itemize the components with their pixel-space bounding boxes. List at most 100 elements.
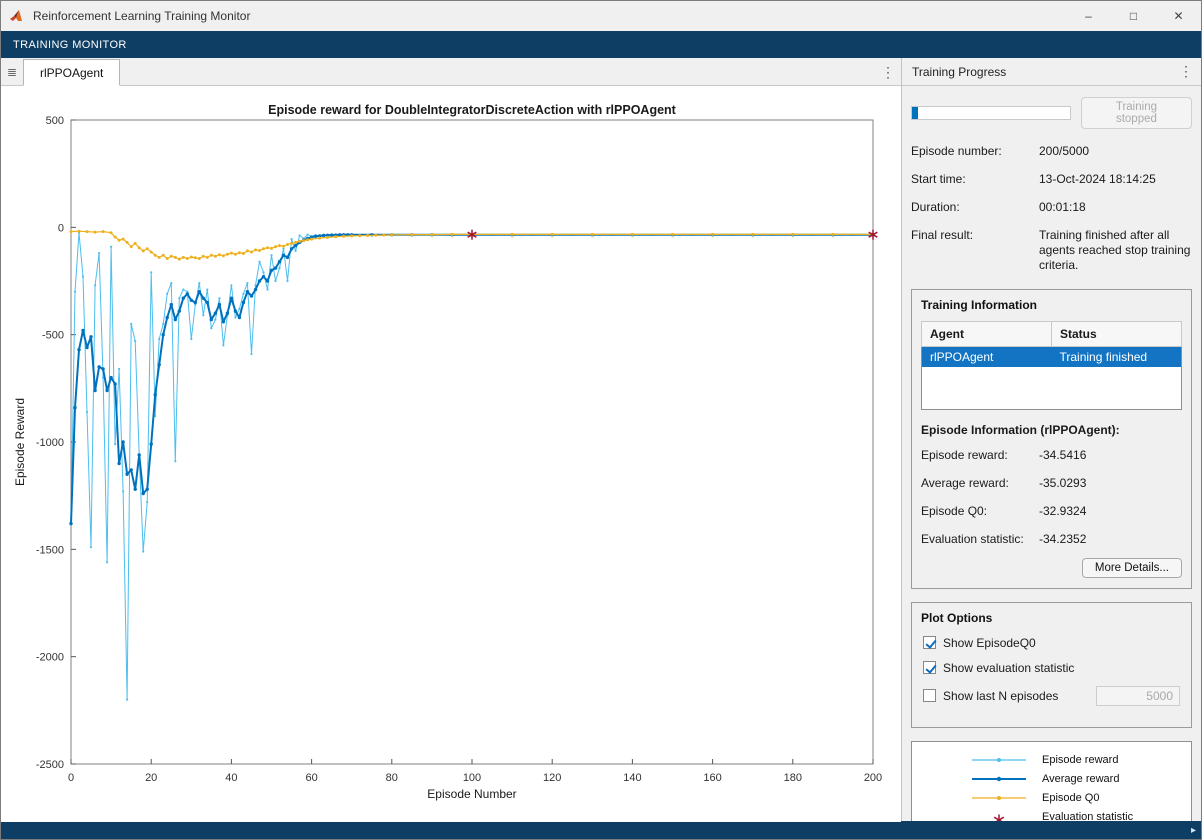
window-controls: – □ ✕ [1066,1,1201,31]
episode-q0-value: -32.9324 [1039,504,1182,518]
show-episodeq0-checkbox[interactable] [923,636,936,649]
checkbox-row-show-episodeq0[interactable]: Show EpisodeQ0 [923,636,1180,650]
svg-text:-2500: -2500 [36,759,64,771]
final-result-value: Training finished after all agents reach… [1039,228,1192,273]
panel-title: Training Progress [912,65,1006,79]
legend-item-episode-q0: Episode Q0 [912,789,1191,808]
duration-value: 00:01:18 [1039,200,1192,215]
tab-training-monitor[interactable]: TRAINING MONITOR [13,39,127,51]
agent-cell: rlPPOAgent [922,347,1052,368]
training-information-title: Training Information [921,298,1182,312]
agent-status-table: Agent Status rlPPOAgent Training finishe… [921,321,1182,410]
progress-fill [912,107,918,119]
toolstrip: TRAINING MONITOR [1,31,1201,58]
app-window: Reinforcement Learning Training Monitor … [0,0,1202,840]
maximize-button[interactable]: □ [1111,1,1156,31]
episode-information-title: Episode Information (rlPPOAgent): [921,423,1182,437]
episode-number-value: 200/5000 [1039,144,1192,159]
training-progress-bar [911,106,1071,120]
panel-header: Training Progress ⋮ [902,58,1201,86]
duration-label: Duration: [911,200,1039,215]
minimize-button[interactable]: – [1066,1,1111,31]
svg-text:140: 140 [623,772,641,784]
plot-options-title: Plot Options [921,611,1182,625]
episode-q0-line-icon [964,791,1034,805]
table-header-row: Agent Status [922,322,1182,347]
svg-text:Episode reward for DoubleInteg: Episode reward for DoubleIntegratorDiscr… [268,103,677,117]
legend-label-average-reward: Average reward [1042,773,1119,785]
legend-label-evaluation-statistic: Evaluation statistic (MeanEpisodeReward) [1042,811,1155,822]
chart-area: Episode reward for DoubleIntegratorDiscr… [1,86,901,822]
svg-text:20: 20 [145,772,157,784]
svg-text:200: 200 [864,772,882,784]
show-evaluation-statistic-checkbox[interactable] [923,661,936,674]
svg-text:100: 100 [463,772,481,784]
episode-reward-value: -34.5416 [1039,448,1182,462]
svg-text:160: 160 [703,772,721,784]
legend-item-evaluation-statistic: Evaluation statistic (MeanEpisodeReward) [912,811,1191,822]
more-details-button[interactable]: More Details... [1082,558,1182,578]
legend-label-episode-reward: Episode reward [1042,754,1118,766]
training-progress-panel: Training Progress ⋮ Training stopped Epi… [901,58,1201,821]
episode-information-fields: Episode reward: -34.5416 Average reward:… [921,448,1182,546]
svg-text:-2000: -2000 [36,652,64,664]
status-bar-expand-icon[interactable]: ▸ [1191,825,1196,836]
svg-text:60: 60 [305,772,317,784]
status-cell: Training finished [1052,347,1182,368]
more-details-row: More Details... [921,558,1182,578]
window-title: Reinforcement Learning Training Monitor [33,9,1066,23]
show-last-n-episodes-checkbox[interactable] [923,689,936,702]
main-area: ≣ rlPPOAgent ⋮ Episode reward for Double… [1,58,1201,821]
svg-text:180: 180 [784,772,802,784]
episode-number-label: Episode number: [911,144,1039,159]
progress-row: Training stopped [911,97,1192,129]
evaluation-statistic-value: -34.2352 [1039,532,1182,546]
status-bar: ▸ [1,821,1201,839]
start-time-value: 13-Oct-2024 18:14:25 [1039,172,1192,187]
legend-item-average-reward: Average reward [912,770,1191,789]
show-episodeq0-label: Show EpisodeQ0 [943,636,1036,650]
column-header-status[interactable]: Status [1052,322,1182,347]
checkbox-row-show-last-n-episodes[interactable]: Show last N episodes [923,686,1180,706]
episode-reward-line-icon [964,753,1034,767]
tab-rlppoagent[interactable]: rlPPOAgent [23,59,120,86]
svg-text:500: 500 [46,115,64,127]
legend-item-episode-reward: Episode reward [912,751,1191,770]
svg-text:40: 40 [225,772,237,784]
document-tab-bar: ≣ rlPPOAgent ⋮ [1,58,901,86]
document-pane: ≣ rlPPOAgent ⋮ Episode reward for Double… [1,58,901,821]
table-empty-row [922,367,1182,409]
episode-reward-label: Episode reward: [921,448,1039,462]
svg-text:-1500: -1500 [36,544,64,556]
table-row-rlppoagent[interactable]: rlPPOAgent Training finished [922,347,1182,368]
episode-reward-chart: Episode reward for DoubleIntegratorDiscr… [1,86,899,822]
svg-text:120: 120 [543,772,561,784]
document-actions-icon[interactable]: ⋮ [875,59,901,85]
chart-legend: Episode reward Average reward [911,741,1192,822]
start-time-label: Start time: [911,172,1039,187]
document-bar-menu-icon[interactable]: ≣ [1,59,23,85]
last-n-episodes-input[interactable] [1096,686,1180,706]
matlab-logo-icon [9,8,27,24]
svg-text:Episode Reward: Episode Reward [13,398,27,486]
svg-text:0: 0 [58,222,64,234]
svg-text:-500: -500 [42,330,64,342]
evaluation-statistic-label: Evaluation statistic: [921,532,1039,546]
evaluation-statistic-asterisk-icon [964,811,1034,822]
training-information-section: Training Information Agent Status rlPPOA… [911,289,1192,589]
panel-body: Training stopped Episode number: 200/500… [902,86,1201,821]
average-reward-value: -35.0293 [1039,476,1182,490]
panel-actions-icon[interactable]: ⋮ [1173,59,1199,85]
average-reward-label: Average reward: [921,476,1039,490]
svg-text:0: 0 [68,772,74,784]
column-header-agent[interactable]: Agent [922,322,1052,347]
final-result-label: Final result: [911,228,1039,273]
close-button[interactable]: ✕ [1156,1,1201,31]
training-stopped-button[interactable]: Training stopped [1081,97,1192,129]
svg-text:Episode Number: Episode Number [427,787,516,801]
svg-text:80: 80 [386,772,398,784]
svg-text:-1000: -1000 [36,437,64,449]
title-bar: Reinforcement Learning Training Monitor … [1,1,1201,31]
summary-fields: Episode number: 200/5000 Start time: 13-… [911,144,1192,273]
checkbox-row-show-evaluation-statistic[interactable]: Show evaluation statistic [923,661,1180,675]
